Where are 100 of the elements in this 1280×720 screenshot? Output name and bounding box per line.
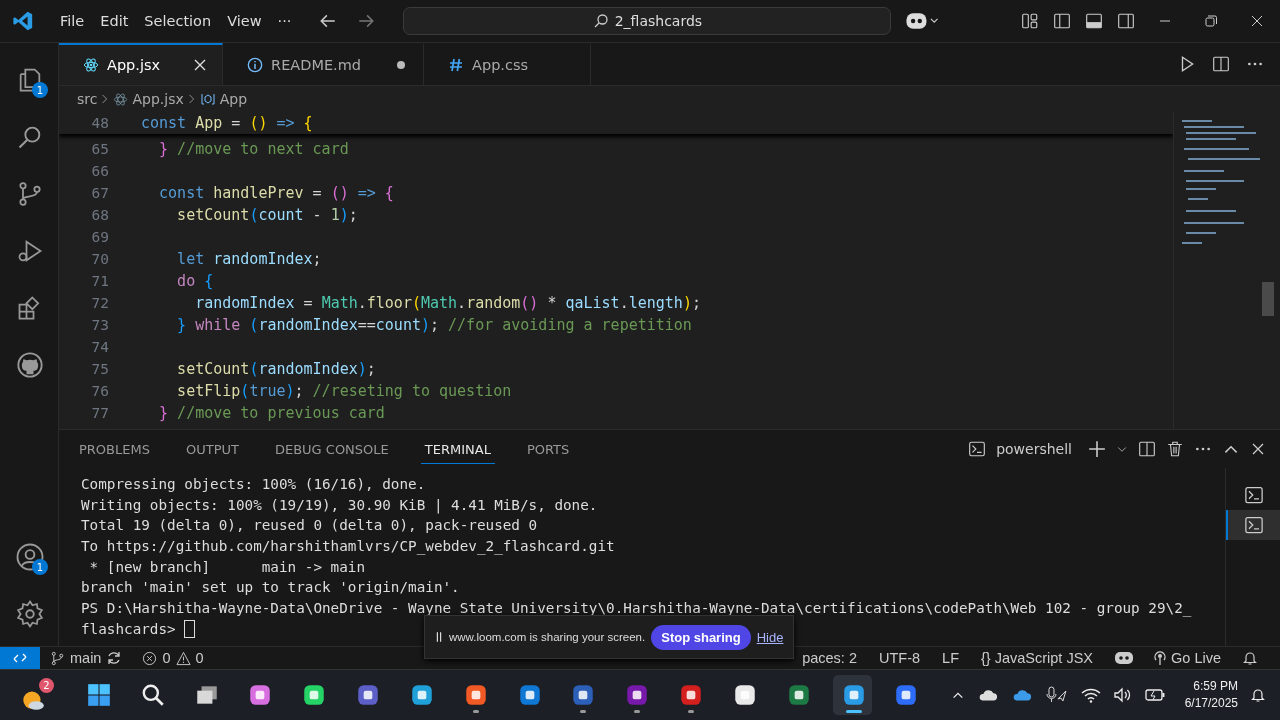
clock-date[interactable]: 6/17/2025 xyxy=(1184,695,1239,712)
code-line: const handlePrev = () => { xyxy=(158,184,394,202)
chevron-right-icon xyxy=(187,92,196,106)
bell-icon[interactable] xyxy=(1242,650,1258,666)
code-line: let randomIndex; xyxy=(176,250,322,268)
stop-sharing-button[interactable]: Stop sharing xyxy=(651,624,751,650)
status-item[interactable]: Go Live xyxy=(1171,650,1221,666)
error-icon xyxy=(142,650,158,666)
status-item[interactable]: {} JavaScript JSX xyxy=(981,650,1093,666)
breadcrumb-item[interactable]: App.jsx xyxy=(132,91,184,107)
code-line: } while (randomIndex==count); //for avoiding a repetition xyxy=(176,316,692,334)
wifi-icon[interactable] xyxy=(1080,687,1101,703)
activity-bar-item[interactable]: 1 xyxy=(0,51,58,108)
forward-arrow-icon[interactable] xyxy=(357,12,376,30)
hide-link[interactable]: Hide xyxy=(756,629,784,645)
trash-icon[interactable] xyxy=(1166,440,1184,458)
terminal-icon xyxy=(1244,485,1264,505)
terminal-line: PS D:\Harshitha-Wayne-Data\OneDrive - Wayne State University\0.Harshitha-Wayne-Data\certifications\codePath\Web 102 - group 29\2_ xyxy=(81,599,1193,619)
react-icon xyxy=(113,91,129,107)
menu-item[interactable]: Edit xyxy=(92,13,137,29)
line-number: 77 xyxy=(90,405,109,421)
terminal-name[interactable]: powershell xyxy=(996,441,1072,457)
cloud-icon[interactable] xyxy=(1011,687,1033,703)
copilot-icon[interactable] xyxy=(1114,650,1134,666)
panel-tab[interactable]: OUTPUT xyxy=(181,434,243,464)
secondary-sidebar-icon[interactable] xyxy=(1117,12,1135,30)
info-icon xyxy=(247,57,264,73)
notification-badge: 2 xyxy=(39,678,54,693)
branch-icon xyxy=(50,650,65,666)
panel-tab[interactable]: DEBUG CONSOLE xyxy=(270,434,393,464)
text-cursor xyxy=(184,620,196,639)
status-item[interactable]: LF xyxy=(942,650,959,666)
editor-tab[interactable]: App.jsx xyxy=(59,43,224,85)
variable-icon xyxy=(199,91,216,107)
line-number: 73 xyxy=(90,317,109,333)
code-line: randomIndex = Math.floor(Math.random() * qaList.length); xyxy=(194,294,701,312)
breadcrumb-item[interactable]: src xyxy=(77,91,98,107)
restore-icon[interactable] xyxy=(1203,13,1219,29)
windows-icon xyxy=(85,682,112,708)
menu-item[interactable]: File xyxy=(52,13,93,29)
code-line: setCount(count - 1); xyxy=(176,206,358,224)
sidebar-toggle-icon[interactable] xyxy=(1053,12,1071,30)
notification-badge: 1 xyxy=(32,559,48,575)
search-icon xyxy=(592,13,609,29)
github-icon xyxy=(16,350,44,379)
sharing-message: www.loom.com is sharing your screen. xyxy=(449,631,646,643)
terminal-line: * [new branch] main -> main xyxy=(88,557,367,577)
back-arrow-icon[interactable] xyxy=(319,12,338,30)
cloud-icon[interactable] xyxy=(977,687,1000,703)
microphone-icon[interactable] xyxy=(1045,685,1069,705)
panel-tab[interactable]: PROBLEMS xyxy=(75,434,154,464)
line-number: 72 xyxy=(90,295,109,311)
branch-name: main xyxy=(70,650,102,666)
search-field[interactable]: 2_flashcards xyxy=(403,7,892,35)
line-number: 65 xyxy=(90,141,109,157)
split-terminal-icon[interactable] xyxy=(1138,440,1156,458)
status-item[interactable]: paces: 2 xyxy=(802,650,857,666)
terminal-line: Compressing objects: 100% (16/16), done. xyxy=(81,475,427,494)
add-icon[interactable] xyxy=(1088,440,1106,458)
line-number: 68 xyxy=(90,207,109,223)
line-number: 69 xyxy=(90,229,109,245)
layout-icon[interactable] xyxy=(1021,12,1039,30)
code-line: setFlip(true); //reseting to question xyxy=(176,382,512,400)
menu-item[interactable]: Selection xyxy=(136,13,220,29)
chevron-right-icon xyxy=(101,92,110,106)
problems-indicator[interactable]: 0 0 xyxy=(142,650,204,666)
speaker-icon[interactable] xyxy=(1112,687,1133,703)
panel-tab[interactable]: PORTS xyxy=(522,434,574,464)
battery-icon[interactable] xyxy=(1144,687,1167,703)
split-editor-icon[interactable] xyxy=(1212,55,1230,73)
notification-icon[interactable] xyxy=(1250,687,1266,703)
pause-icon[interactable] xyxy=(435,630,443,644)
branch-indicator[interactable]: main xyxy=(50,650,123,666)
terminal-line: To https://github.com/harshithamlvrs/CP_webdev_2_flashcard.git xyxy=(81,537,616,557)
vertical-scrollbar[interactable] xyxy=(1262,282,1274,316)
broadcast-icon xyxy=(1152,650,1168,666)
terminal-icon xyxy=(1244,515,1264,535)
react-icon xyxy=(83,57,99,73)
copilot-icon[interactable] xyxy=(905,11,940,31)
vscode-logo-icon xyxy=(12,10,34,32)
warning-count: 0 xyxy=(195,650,204,666)
taskbar-button[interactable] xyxy=(832,675,873,715)
activity-bar-item[interactable]: 1 xyxy=(0,528,58,585)
account-icon xyxy=(15,541,45,572)
close-icon[interactable] xyxy=(1249,13,1265,29)
panel-tab[interactable]: TERMINAL xyxy=(420,434,495,464)
close-icon[interactable] xyxy=(1250,441,1266,457)
code-line: } //move to previous card xyxy=(158,404,385,422)
sync-icon xyxy=(106,650,123,666)
line-number: 67 xyxy=(90,185,109,201)
code-line: do { xyxy=(176,272,214,290)
menu-item[interactable]: ··· xyxy=(269,13,300,29)
clock-time[interactable]: 6:59 PM xyxy=(1193,678,1239,695)
breadcrumb-item[interactable]: App xyxy=(219,91,248,107)
code-line: setCount(randomIndex); xyxy=(176,360,376,378)
line-number: 75 xyxy=(90,361,109,377)
panel-toggle-icon[interactable] xyxy=(1085,12,1103,30)
status-item[interactable]: UTF-8 xyxy=(878,650,921,666)
menu-item[interactable]: View xyxy=(219,13,270,29)
terminal-list-item[interactable] xyxy=(1226,510,1280,540)
